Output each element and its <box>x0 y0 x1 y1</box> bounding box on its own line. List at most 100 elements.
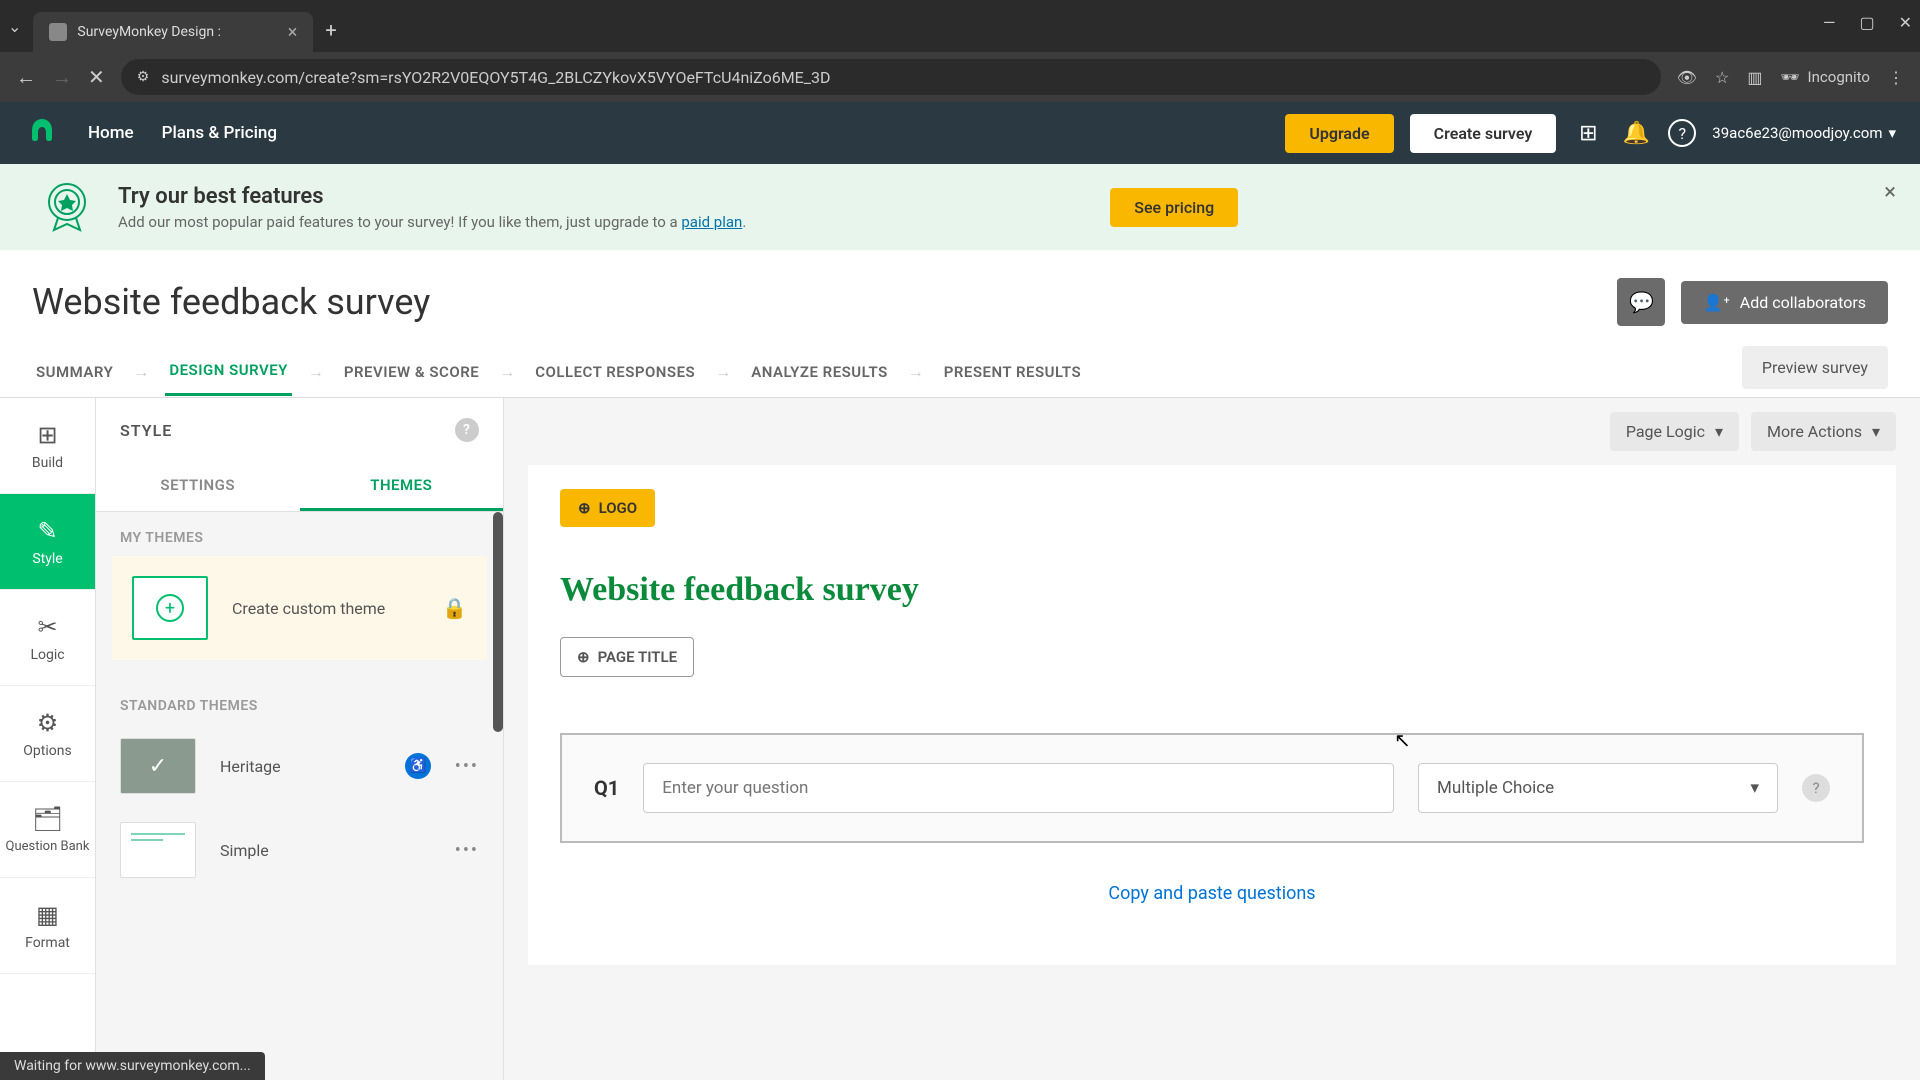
medal-icon <box>40 180 94 234</box>
workflow-tabs: SUMMARY → DESIGN SURVEY → PREVIEW & SCOR… <box>0 346 1920 398</box>
question-editor[interactable]: Q1 Multiple Choice▾ ? <box>560 733 1864 843</box>
apps-grid-icon[interactable]: ⊞ <box>1572 121 1604 146</box>
copy-paste-link[interactable]: Copy and paste questions <box>560 883 1864 904</box>
theme-heritage[interactable]: ✓ Heritage ♿ ••• <box>96 724 503 808</box>
browser-status-bar: Waiting for www.surveymonkey.com... <box>0 1052 265 1080</box>
address-bar: ← → ✕ ⚙ surveymonkey.com/create?sm=rsYO2… <box>0 52 1920 102</box>
bookmark-icon[interactable]: ☆ <box>1715 68 1729 87</box>
rail-build[interactable]: ⊞Build <box>0 398 95 494</box>
more-actions-dropdown[interactable]: More Actions▾ <box>1751 412 1896 451</box>
build-icon: ⊞ <box>37 421 57 449</box>
rail-options[interactable]: ⚙Options <box>0 686 95 782</box>
preview-survey-button[interactable]: Preview survey <box>1742 346 1888 389</box>
browser-tab-strip: ⌄ SurveyMonkey Design : × + — ▢ ✕ <box>0 0 1920 52</box>
panel-icon[interactable]: ▥ <box>1747 68 1762 87</box>
help-icon[interactable]: ? <box>455 418 479 442</box>
chevron-down-icon: ▾ <box>1872 422 1880 441</box>
chevron-down-icon: ▾ <box>1888 124 1896 142</box>
question-input[interactable] <box>643 763 1394 813</box>
upgrade-button[interactable]: Upgrade <box>1285 114 1393 153</box>
page-logic-dropdown[interactable]: Page Logic▾ <box>1610 412 1739 451</box>
format-icon: ▦ <box>36 901 59 929</box>
site-settings-icon[interactable]: ⚙ <box>137 69 150 85</box>
my-themes-label: MY THEMES <box>96 512 503 556</box>
rail-style[interactable]: ✎Style <box>0 494 95 590</box>
surveymonkey-logo-icon[interactable] <box>24 115 60 151</box>
theme-preview: ✓ <box>120 738 196 794</box>
user-plus-icon: 👤⁺ <box>1703 293 1729 312</box>
user-menu[interactable]: 39ac6e23@moodjoy.com ▾ <box>1712 124 1896 142</box>
more-icon[interactable]: ••• <box>455 840 479 861</box>
see-pricing-button[interactable]: See pricing <box>1110 188 1238 227</box>
tab-design[interactable]: DESIGN SURVEY <box>165 347 292 396</box>
check-icon: ✓ <box>149 754 167 779</box>
paid-plan-link[interactable]: paid plan <box>681 213 742 231</box>
question-type-select[interactable]: Multiple Choice▾ <box>1418 763 1778 813</box>
incognito-icon: 🕶 <box>1781 68 1800 86</box>
menu-icon[interactable]: ⋮ <box>1888 68 1904 87</box>
subtab-settings[interactable]: SETTINGS <box>96 462 300 511</box>
survey-canvas-area: Page Logic▾ More Actions▾ ⊕LOGO Website … <box>504 398 1920 1080</box>
notifications-icon[interactable]: 🔔 <box>1620 121 1652 146</box>
chevron-down-icon: ▾ <box>1750 778 1759 798</box>
favicon-icon <box>49 23 67 41</box>
nav-home[interactable]: Home <box>88 123 134 143</box>
add-page-title-button[interactable]: ⊕PAGE TITLE <box>560 637 694 677</box>
theme-simple[interactable]: Simple ••• <box>96 808 503 892</box>
workspace: ⊞Build ✎Style ✂Logic ⚙Options 🗂Question … <box>0 398 1920 1080</box>
scrollbar[interactable] <box>493 512 503 732</box>
tab-preview[interactable]: PREVIEW & SCORE <box>340 349 483 395</box>
options-icon: ⚙ <box>37 709 59 737</box>
create-custom-theme[interactable]: + Create custom theme 🔒 <box>112 556 487 660</box>
question-help-icon[interactable]: ? <box>1802 774 1830 802</box>
add-collaborators-button[interactable]: 👤⁺ Add collaborators <box>1681 281 1888 324</box>
close-window-icon[interactable]: ✕ <box>1899 13 1912 32</box>
survey-title[interactable]: Website feedback survey <box>32 281 1601 323</box>
promo-banner: Try our best features Add our most popul… <box>0 164 1920 250</box>
url-input[interactable]: ⚙ surveymonkey.com/create?sm=rsYO2R2V0EQ… <box>121 59 1661 95</box>
rail-format[interactable]: ▦Format <box>0 878 95 974</box>
themes-list[interactable]: MY THEMES + Create custom theme 🔒 STANDA… <box>96 512 503 1080</box>
rail-question-bank[interactable]: 🗂Question Bank <box>0 782 95 878</box>
add-logo-button[interactable]: ⊕LOGO <box>560 489 655 527</box>
lock-icon: 🔒 <box>442 596 467 620</box>
panel-header: STYLE ? <box>96 398 503 462</box>
close-tab-icon[interactable]: × <box>288 22 298 43</box>
accessibility-icon[interactable]: ♿ <box>405 753 431 779</box>
arrow-icon: → <box>133 362 149 382</box>
help-icon[interactable]: ? <box>1668 119 1696 147</box>
tab-present[interactable]: PRESENT RESULTS <box>940 349 1085 395</box>
tab-collect[interactable]: COLLECT RESPONSES <box>531 349 699 395</box>
create-survey-button[interactable]: Create survey <box>1410 114 1557 153</box>
tab-analyze[interactable]: ANALYZE RESULTS <box>747 349 892 395</box>
theme-thumb: + <box>132 576 208 640</box>
new-tab-button[interactable]: + <box>325 18 336 42</box>
title-row: Website feedback survey 💬 👤⁺ Add collabo… <box>0 250 1920 346</box>
survey-heading[interactable]: Website feedback survey <box>560 571 1864 609</box>
browser-tab[interactable]: SurveyMonkey Design : × <box>33 12 313 52</box>
back-icon[interactable]: ← <box>16 65 36 90</box>
canvas-toolbar: Page Logic▾ More Actions▾ <box>504 398 1920 465</box>
window-controls: — ▢ ✕ <box>1823 13 1912 32</box>
tab-summary[interactable]: SUMMARY <box>32 349 117 395</box>
left-rail: ⊞Build ✎Style ✂Logic ⚙Options 🗂Question … <box>0 398 96 1080</box>
subtab-themes[interactable]: THEMES <box>300 462 504 511</box>
plus-circle-icon: + <box>156 594 184 622</box>
more-icon[interactable]: ••• <box>455 756 479 777</box>
reload-icon[interactable]: ✕ <box>88 65 105 89</box>
forward-icon: → <box>52 65 72 90</box>
comment-button[interactable]: 💬 <box>1617 278 1665 326</box>
logic-icon: ✂ <box>37 613 57 641</box>
maximize-icon[interactable]: ▢ <box>1859 13 1874 32</box>
close-banner-icon[interactable]: × <box>1884 180 1896 205</box>
nav-plans[interactable]: Plans & Pricing <box>162 123 277 143</box>
tab-dropdown-icon[interactable]: ⌄ <box>8 17 21 36</box>
bank-icon: 🗂 <box>32 805 62 833</box>
incognito-badge[interactable]: 🕶 Incognito <box>1781 68 1871 86</box>
rail-logic[interactable]: ✂Logic <box>0 590 95 686</box>
style-panel: STYLE ? SETTINGS THEMES MY THEMES + Crea… <box>96 398 504 1080</box>
eye-off-icon[interactable]: 👁 <box>1677 68 1697 87</box>
minimize-icon[interactable]: — <box>1823 13 1836 32</box>
url-text: surveymonkey.com/create?sm=rsYO2R2V0EQOY… <box>161 68 830 87</box>
tab-title: SurveyMonkey Design : <box>77 24 277 40</box>
